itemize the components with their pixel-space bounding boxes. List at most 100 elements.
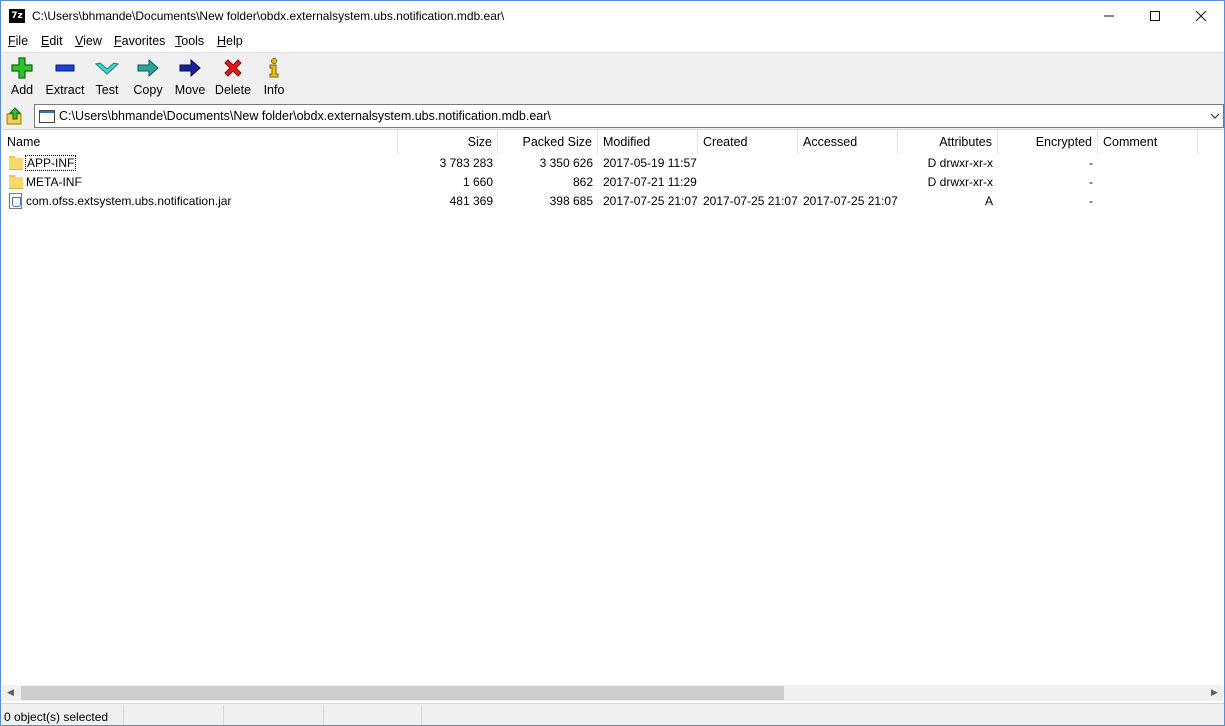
file-list[interactable]: Name Size Packed Size Modified Created A… <box>2 129 1223 686</box>
scroll-right-button[interactable]: ▶ <box>1206 685 1223 701</box>
delete-label: Delete <box>214 83 252 97</box>
test-label: Test <box>95 83 119 97</box>
close-button[interactable] <box>1178 1 1224 31</box>
test-button[interactable]: Test <box>90 55 124 101</box>
copy-button[interactable]: Copy <box>130 55 166 101</box>
menu-edit[interactable]: Edit <box>41 34 63 48</box>
status-segment-selection: 0 object(s) selected <box>1 705 124 725</box>
table-row[interactable]: META-INF 1 660 862 2017-07-21 11:29 D dr… <box>2 173 1223 192</box>
cell-comment <box>1098 154 1198 173</box>
delete-icon <box>224 59 242 77</box>
app-window: 7z C:\Users\bhmande\Documents\New folder… <box>0 0 1225 726</box>
cell-accessed <box>798 154 898 173</box>
cell-encrypted: - <box>1089 156 1093 170</box>
cell-size: 481 369 <box>449 194 493 208</box>
menu-tools[interactable]: Tools <box>175 34 204 48</box>
test-icon <box>94 62 120 75</box>
file-name: APP-INF <box>24 154 77 173</box>
menu-favorites[interactable]: Favorites <box>114 34 165 48</box>
column-header-size[interactable]: Size <box>398 130 498 154</box>
move-label: Move <box>174 83 206 97</box>
maximize-button[interactable] <box>1132 1 1178 31</box>
column-header-name[interactable]: Name <box>2 130 398 154</box>
cell-packed-size: 3 350 626 <box>539 156 593 170</box>
status-bar: 0 object(s) selected <box>1 703 1224 725</box>
column-header-packed-size[interactable]: Packed Size <box>498 130 598 154</box>
maximize-icon <box>1150 11 1160 21</box>
cell-modified: 2017-07-21 11:29 <box>603 175 697 189</box>
title-bar[interactable]: 7z C:\Users\bhmande\Documents\New folder… <box>1 1 1224 31</box>
cell-size: 3 783 283 <box>439 156 493 170</box>
extract-icon <box>55 64 75 72</box>
toolbar: Add Extract Test Copy Move Delete Info <box>1 52 1224 103</box>
menu-view-label: iew <box>83 34 102 48</box>
cell-attributes: D drwxr-xr-x <box>927 156 993 170</box>
extract-button[interactable]: Extract <box>45 55 85 101</box>
cell-created <box>698 173 798 192</box>
delete-button[interactable]: Delete <box>213 55 253 101</box>
cell-encrypted: - <box>1089 175 1093 189</box>
up-folder-button[interactable] <box>6 106 24 126</box>
status-text: 0 object(s) selected <box>4 710 109 724</box>
info-button[interactable]: Info <box>259 55 289 101</box>
menu-favorites-label: avorites <box>121 34 166 48</box>
info-label: Info <box>263 83 285 97</box>
move-icon <box>179 58 201 78</box>
cell-packed-size: 398 685 <box>549 194 593 208</box>
archive-window-icon <box>39 110 55 123</box>
extract-label: Extract <box>45 83 85 97</box>
column-header-comment[interactable]: Comment <box>1098 130 1198 154</box>
folder-icon <box>9 156 23 170</box>
cell-accessed: 2017-07-25 21:07 <box>803 194 898 208</box>
address-path: C:\Users\bhmande\Documents\New folder\ob… <box>59 109 551 123</box>
menu-view[interactable]: View <box>75 34 102 48</box>
cell-comment <box>1098 192 1198 211</box>
add-button[interactable]: Add <box>5 55 39 101</box>
menu-help-accel: H <box>217 34 227 48</box>
cell-created <box>698 154 798 173</box>
table-row[interactable]: APP-INF 3 783 283 3 350 626 2017-05-19 1… <box>2 154 1223 173</box>
cell-accessed <box>798 173 898 192</box>
address-dropdown-button[interactable] <box>1210 110 1220 124</box>
address-row: C:\Users\bhmande\Documents\New folder\ob… <box>1 103 1224 129</box>
menu-help[interactable]: Help <box>217 34 243 48</box>
add-icon <box>11 57 33 79</box>
cell-packed-size: 862 <box>572 175 593 189</box>
table-row[interactable]: com.ofss.extsystem.ubs.notification.jar … <box>2 192 1223 211</box>
info-icon <box>269 58 279 78</box>
menu-file-label: ile <box>15 34 29 48</box>
jar-file-icon <box>9 193 22 209</box>
menu-edit-label: dit <box>49 34 63 48</box>
address-bar[interactable]: C:\Users\bhmande\Documents\New folder\ob… <box>34 104 1224 128</box>
cell-size: 1 660 <box>462 175 493 189</box>
column-header-row: Name Size Packed Size Modified Created A… <box>2 130 1223 154</box>
chevron-left-icon: ◀ <box>7 688 14 698</box>
scroll-left-button[interactable]: ◀ <box>2 685 19 701</box>
file-name-text: APP-INF <box>24 155 77 171</box>
menu-view-accel: V <box>75 34 84 48</box>
column-header-created[interactable]: Created <box>698 130 798 154</box>
app-icon: 7z <box>9 9 25 23</box>
column-header-encrypted[interactable]: Encrypted <box>998 130 1098 154</box>
close-icon <box>1195 11 1207 21</box>
copy-label: Copy <box>133 83 163 97</box>
move-button[interactable]: Move <box>172 55 208 101</box>
status-segment-date <box>323 705 422 725</box>
status-segment-size <box>123 705 224 725</box>
menu-help-label: elp <box>226 34 243 48</box>
menu-file[interactable]: File <box>8 34 28 48</box>
column-header-modified[interactable]: Modified <box>598 130 698 154</box>
cell-created: 2017-07-25 21:07 <box>703 194 798 208</box>
horizontal-scrollbar[interactable]: ◀ ▶ <box>2 685 1223 701</box>
cell-comment <box>1098 173 1198 192</box>
minimize-button[interactable] <box>1086 1 1132 31</box>
file-name: META-INF <box>26 175 82 189</box>
scrollbar-thumb[interactable] <box>21 686 784 700</box>
status-segment-packed <box>223 705 324 725</box>
column-header-attributes[interactable]: Attributes <box>898 130 998 154</box>
column-header-accessed[interactable]: Accessed <box>798 130 898 154</box>
copy-icon <box>137 58 159 78</box>
cell-attributes: D drwxr-xr-x <box>927 175 993 189</box>
add-label: Add <box>10 83 34 97</box>
chevron-right-icon: ▶ <box>1211 688 1218 698</box>
